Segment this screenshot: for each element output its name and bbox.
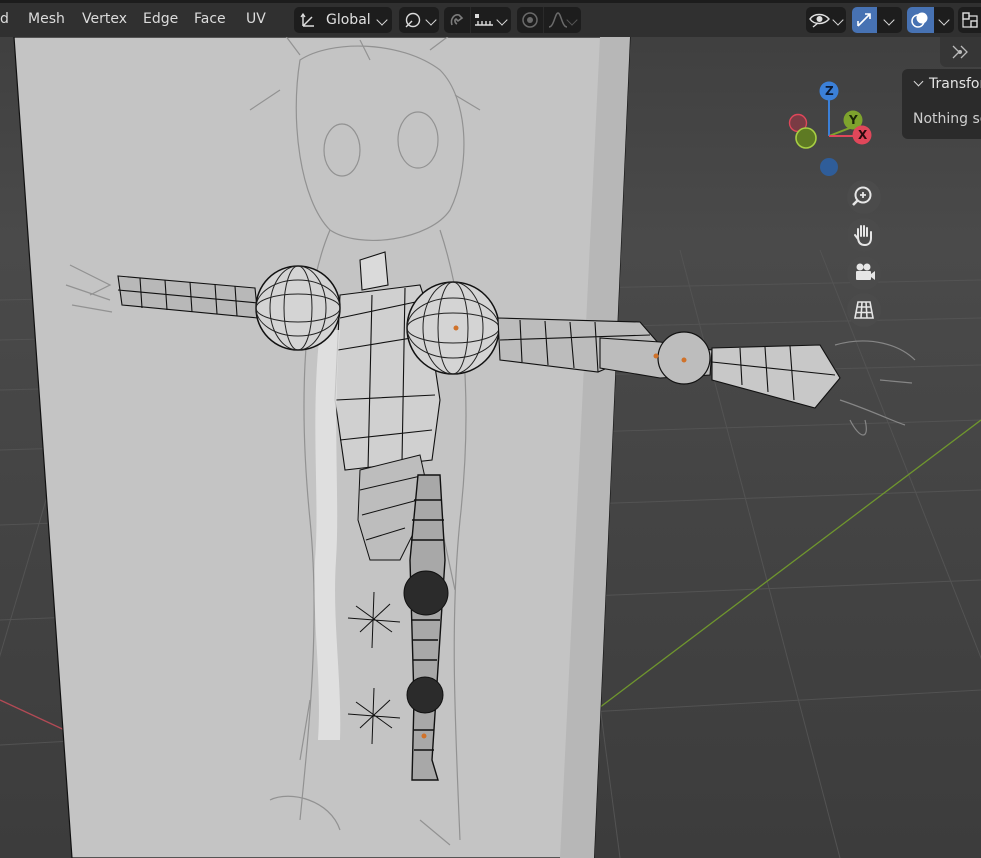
snap-target-dropdown[interactable]: [471, 7, 511, 33]
right-shoulder-sphere: [406, 281, 500, 375]
visibility-dropdown[interactable]: [806, 7, 846, 33]
menu-item-mesh[interactable]: Mesh: [28, 11, 65, 27]
grid-perspective-icon: [854, 301, 874, 319]
chevron-down-icon[interactable]: [913, 76, 924, 87]
falloff-curve-icon: [548, 12, 568, 28]
gizmo-icon: [857, 13, 871, 27]
sidebar-tab-button[interactable]: [940, 37, 981, 67]
left-shoulder-sphere: [255, 265, 341, 351]
snap-toggle[interactable]: [444, 7, 470, 33]
origin-dot: [681, 357, 687, 363]
visibility-icon: [809, 13, 830, 28]
proportional-falloff-dropdown[interactable]: [544, 7, 581, 33]
menu-item-vertex[interactable]: Vertex: [82, 11, 127, 27]
camera-view-button[interactable]: [847, 256, 881, 290]
zoom-icon: [852, 186, 872, 206]
overlay-dropdown[interactable]: [934, 7, 954, 33]
chevron-down-icon: [832, 14, 844, 26]
snap-increment-icon: [475, 14, 493, 26]
chevron-down-icon: [425, 14, 437, 26]
transform-orientation-icon: [300, 12, 314, 27]
origin-dot: [421, 733, 427, 739]
origin-dot: [453, 325, 459, 331]
tool-settings-icon: [952, 45, 968, 59]
3d-viewport[interactable]: Z Y X: [0, 0, 981, 858]
chevron-down-icon: [938, 14, 950, 26]
pan-button[interactable]: [847, 218, 881, 252]
snap-icon: [450, 14, 464, 26]
perspective-toggle-button[interactable]: [847, 293, 881, 327]
transform-orientation-dropdown[interactable]: Global: [294, 7, 392, 33]
transform-panel: Transform Nothing selected: [902, 69, 981, 139]
gizmo-x-label: X: [858, 128, 868, 142]
knee-sphere: [403, 570, 449, 616]
menu-item-face[interactable]: Face: [194, 11, 226, 27]
viewport-header: d Mesh Vertex Edge Face UV Global: [0, 0, 981, 37]
camera-icon: [856, 263, 875, 280]
overlay-icon: [911, 12, 928, 28]
blender-editor: Z Y X d Mesh Vertex Edge Face UV Global: [0, 0, 981, 858]
menu-item-edge[interactable]: Edge: [143, 11, 178, 27]
mesh-edit-overlay-button[interactable]: [958, 7, 981, 33]
proportional-edit-icon: [522, 12, 538, 28]
pivot-point-dropdown[interactable]: [399, 7, 439, 33]
proportional-edit-group: [517, 7, 581, 33]
ghost-leg: [314, 330, 341, 740]
gizmo-neg-y[interactable]: [795, 127, 817, 149]
transform-panel-title[interactable]: Transform: [929, 76, 981, 92]
overlay-toggle[interactable]: [907, 7, 934, 33]
gizmo-dropdown[interactable]: [877, 7, 902, 33]
chevron-down-icon: [566, 14, 578, 26]
zoom-button[interactable]: [847, 180, 881, 214]
xray-icon: [962, 12, 978, 28]
transform-pivot-icon: [405, 12, 421, 28]
menu-item-uv[interactable]: UV: [246, 11, 266, 27]
transform-panel-message: Nothing selected: [913, 111, 981, 127]
gizmo-toggle[interactable]: [852, 7, 877, 33]
chevron-down-icon: [496, 14, 508, 26]
menu-item-mode[interactable]: d: [0, 11, 9, 27]
chevron-down-icon: [376, 14, 388, 26]
gizmo-y-label: Y: [848, 113, 858, 127]
snap-group: [444, 7, 511, 33]
origin-dot: [653, 353, 659, 359]
gizmo-z-label: Z: [825, 84, 834, 98]
ankle-sphere: [406, 676, 444, 714]
gizmo-neg-z[interactable]: [820, 158, 838, 176]
orientation-label: Global: [326, 12, 371, 28]
chevron-down-icon: [883, 14, 895, 26]
pan-hand-icon: [854, 225, 872, 247]
proportional-edit-toggle[interactable]: [517, 7, 543, 33]
